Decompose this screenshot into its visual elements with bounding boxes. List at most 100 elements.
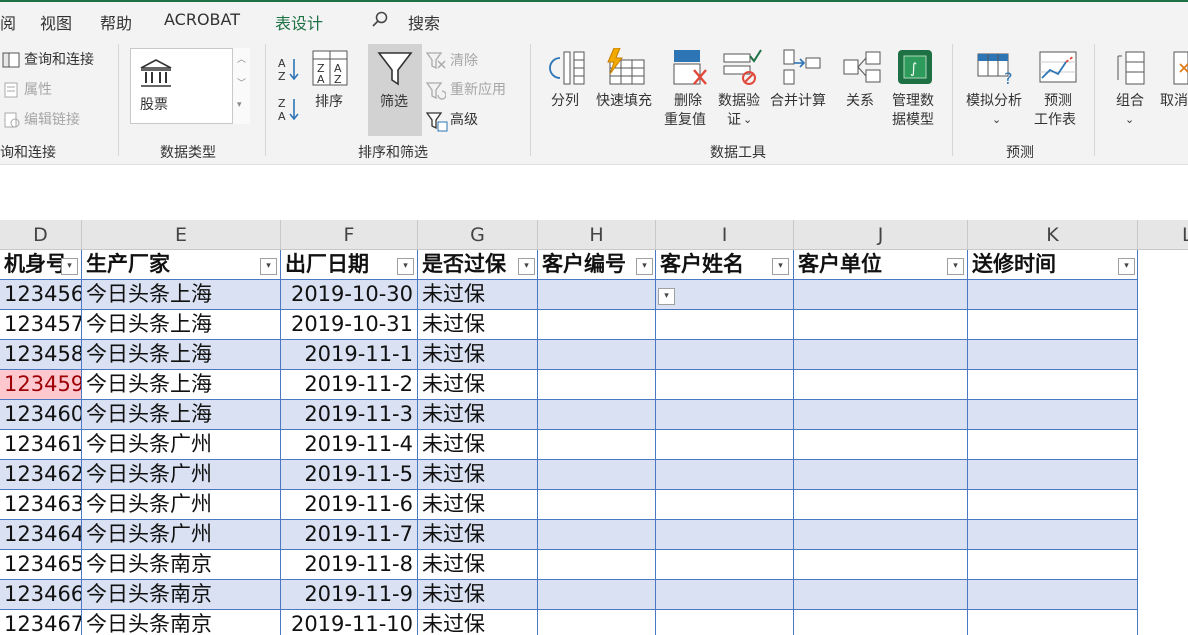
table-cell[interactable] — [794, 280, 968, 310]
table-cell[interactable]: 2019-11-5 — [281, 460, 418, 490]
table-cell[interactable] — [538, 370, 656, 400]
table-cell[interactable] — [968, 490, 1138, 520]
forecast-sheet-label-1[interactable]: 预测 — [1036, 92, 1080, 110]
data-type-stock[interactable]: 股票 — [140, 96, 168, 114]
table-cell[interactable] — [538, 280, 656, 310]
table-cell[interactable] — [794, 490, 968, 520]
column-header-j[interactable]: J — [794, 220, 968, 250]
table-cell[interactable] — [794, 340, 968, 370]
group-button[interactable]: 组合 — [1116, 92, 1144, 110]
table-header-cell[interactable]: 送修时间 — [968, 250, 1138, 280]
data-model-icon[interactable]: ∫ — [896, 48, 934, 86]
table-cell[interactable]: 2019-11-8 — [281, 550, 418, 580]
data-validation-label-1[interactable]: 数据验 — [718, 92, 760, 110]
table-cell[interactable]: 今日头条上海 — [82, 370, 281, 400]
table-cell[interactable] — [968, 400, 1138, 430]
table-cell[interactable]: 2019-11-3 — [281, 400, 418, 430]
table-cell[interactable] — [794, 310, 968, 340]
table-cell[interactable] — [794, 430, 968, 460]
table-cell[interactable]: 123463 — [0, 490, 82, 520]
table-cell[interactable]: 123460 — [0, 400, 82, 430]
table-cell[interactable]: 未过保 — [418, 460, 538, 490]
sort-dialog-icon[interactable]: Z A A Z — [312, 50, 348, 86]
clear-filter-button[interactable]: 清除 — [450, 52, 478, 70]
ungroup-button[interactable]: 取消 — [1160, 92, 1188, 110]
table-cell[interactable] — [656, 490, 794, 520]
data-validation-icon[interactable] — [722, 48, 762, 86]
table-cell[interactable] — [538, 550, 656, 580]
column-header-e[interactable]: E — [82, 220, 281, 250]
table-cell[interactable] — [968, 460, 1138, 490]
table-cell[interactable]: 123456 — [0, 280, 82, 310]
chevron-down-icon[interactable]: ⌄ — [1125, 111, 1134, 129]
table-header-cell[interactable]: 生产厂家 — [82, 250, 281, 280]
table-cell[interactable] — [538, 430, 656, 460]
table-cell[interactable] — [794, 520, 968, 550]
flash-fill-icon[interactable] — [604, 48, 646, 86]
table-cell[interactable]: 今日头条广州 — [82, 430, 281, 460]
table-cell[interactable]: 未过保 — [418, 520, 538, 550]
advanced-filter-icon[interactable] — [426, 112, 448, 132]
menu-table-design[interactable]: 表设计 — [275, 10, 323, 34]
table-cell[interactable] — [968, 430, 1138, 460]
table-cell[interactable] — [538, 310, 656, 340]
table-cell[interactable]: 2019-11-7 — [281, 520, 418, 550]
data-model-label-1[interactable]: 管理数 — [892, 92, 934, 110]
column-header-l[interactable]: L — [1138, 220, 1188, 250]
filter-dropdown-icon[interactable]: ▾ — [518, 258, 535, 275]
table-cell[interactable]: 123458 — [0, 340, 82, 370]
chevron-down-icon[interactable]: ⌄ — [992, 111, 1001, 129]
table-cell[interactable]: 未过保 — [418, 370, 538, 400]
advanced-filter-button[interactable]: 高级 — [450, 111, 478, 129]
table-cell[interactable] — [538, 340, 656, 370]
sort-za-icon[interactable]: Z A — [276, 96, 300, 122]
table-cell[interactable]: 未过保 — [418, 610, 538, 635]
table-cell[interactable] — [656, 400, 794, 430]
table-cell[interactable]: 未过保 — [418, 310, 538, 340]
table-cell[interactable]: 今日头条广州 — [82, 460, 281, 490]
table-cell[interactable]: 123462 — [0, 460, 82, 490]
menu-view[interactable]: 视图 — [40, 10, 72, 34]
table-cell[interactable] — [538, 610, 656, 635]
relationships-button[interactable]: 关系 — [846, 92, 874, 110]
table-cell[interactable]: 2019-11-10 — [281, 610, 418, 635]
filter-dropdown-icon[interactable]: ▾ — [772, 258, 789, 275]
table-cell[interactable]: 今日头条上海 — [82, 280, 281, 310]
properties-button[interactable]: 属性 — [24, 81, 52, 99]
text-to-columns-icon[interactable] — [546, 50, 586, 86]
table-cell[interactable]: 2019-11-6 — [281, 490, 418, 520]
scroll-up-icon[interactable]: ︿ — [237, 52, 246, 65]
table-cell[interactable]: 今日头条广州 — [82, 520, 281, 550]
table-cell[interactable] — [794, 580, 968, 610]
column-header-i[interactable]: I — [656, 220, 794, 250]
table-cell[interactable] — [794, 460, 968, 490]
sort-az-icon[interactable]: A Z — [276, 56, 300, 82]
table-cell[interactable] — [656, 310, 794, 340]
table-cell[interactable] — [538, 520, 656, 550]
remove-duplicates-label-2[interactable]: 重复值 — [664, 111, 706, 129]
table-cell[interactable] — [656, 370, 794, 400]
table-cell[interactable] — [968, 280, 1138, 310]
table-cell[interactable]: 今日头条广州 — [82, 490, 281, 520]
menu-help[interactable]: 帮助 — [100, 10, 132, 34]
filter-dropdown-icon[interactable]: ▾ — [260, 258, 277, 275]
forecast-sheet-label-2[interactable]: 工作表 — [1034, 111, 1076, 129]
cell-list-dropdown-icon[interactable]: ▾ — [658, 288, 675, 305]
table-cell[interactable]: 未过保 — [418, 430, 538, 460]
filter-dropdown-icon[interactable]: ▾ — [397, 258, 414, 275]
data-validation-label-2[interactable]: 证 — [727, 111, 741, 129]
table-cell[interactable] — [968, 520, 1138, 550]
filter-dropdown-icon[interactable]: ▾ — [61, 258, 78, 275]
table-cell[interactable] — [656, 520, 794, 550]
table-cell[interactable] — [794, 550, 968, 580]
table-cell[interactable] — [656, 550, 794, 580]
what-if-icon[interactable]: ? — [976, 50, 1016, 86]
table-cell[interactable]: 今日头条南京 — [82, 550, 281, 580]
table-cell[interactable]: 123459 — [0, 370, 82, 400]
menu-review[interactable]: 阅 — [0, 10, 16, 34]
reapply-icon[interactable] — [426, 82, 446, 100]
table-cell[interactable]: 今日头条上海 — [82, 340, 281, 370]
flash-fill-button[interactable]: 快速填充 — [596, 92, 652, 110]
table-cell[interactable]: 今日头条南京 — [82, 580, 281, 610]
table-cell[interactable] — [968, 580, 1138, 610]
